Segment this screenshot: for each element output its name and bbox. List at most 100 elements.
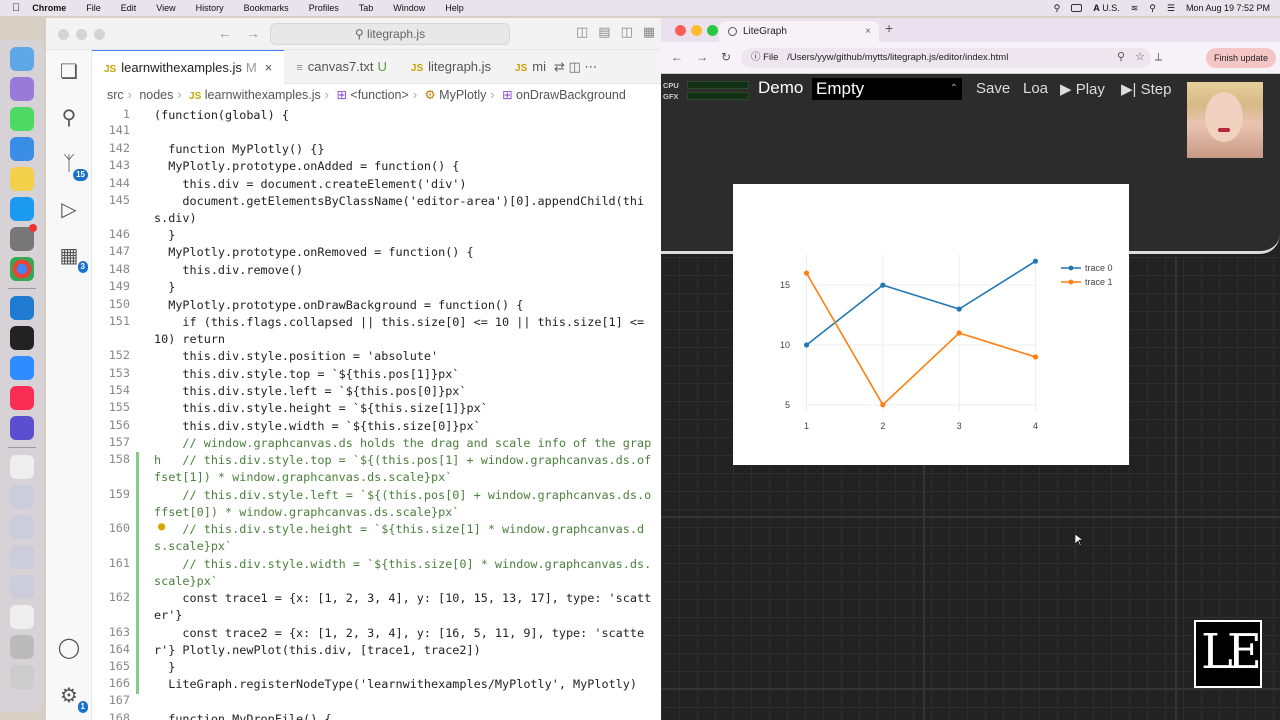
y-tick-label: 5 <box>785 400 790 410</box>
y-tick-label: 10 <box>780 340 790 350</box>
browser-nav-icons[interactable]: ←→↻ <box>671 50 744 64</box>
window-minimize-button[interactable] <box>691 25 702 36</box>
bluetooth-icon[interactable]: ⚲ <box>1054 3 1061 14</box>
tab-canvas7[interactable]: ≡ canvas7.txt U <box>284 50 399 84</box>
step-button[interactable]: ▶| Step <box>1121 80 1171 98</box>
line-number: 168 <box>108 711 130 720</box>
clock[interactable]: Mon Aug 19 7:52 PM <box>1186 3 1270 13</box>
menu-edit[interactable]: Edit <box>121 3 137 13</box>
menu-view[interactable]: View <box>156 3 175 13</box>
breadcrumb-item[interactable]: onDrawBackground <box>516 88 626 102</box>
gear-icon[interactable]: ⚙ 1 <box>57 684 88 713</box>
code-line: this.div = document.createElement('div') <box>154 177 467 191</box>
search-icon[interactable]: ⚲ <box>1149 3 1156 14</box>
window-thumbnail-icon[interactable] <box>10 515 34 539</box>
command-center-search[interactable]: ⚲ litegraph.js <box>270 23 510 45</box>
data-point <box>956 330 962 336</box>
breadcrumb-item[interactable]: MyPlotly <box>439 88 486 102</box>
tab-learnwithexamples[interactable]: JS learnwithexamples.js M × <box>92 50 285 84</box>
vscode-icon[interactable] <box>10 296 34 320</box>
tab-mi[interactable]: JS mi <box>503 50 550 84</box>
browser-tab[interactable]: LiteGraph × <box>719 21 879 42</box>
app-store-icon[interactable] <box>10 197 34 221</box>
info-icon[interactable]: ⓘ File <box>751 52 778 63</box>
code-line: this.div.style.left = `${this.pos[0]}px` <box>154 384 467 398</box>
menu-tab[interactable]: Tab <box>359 3 374 13</box>
system-settings-icon[interactable] <box>10 224 37 251</box>
breadcrumb-item[interactable]: learnwithexamples.js <box>205 88 321 102</box>
run-debug-icon[interactable]: ▷ <box>57 198 81 222</box>
menu-app-name[interactable]: Chrome <box>32 3 66 13</box>
window-thumbnail-icon[interactable] <box>10 545 34 569</box>
breadcrumb-item[interactable]: src <box>107 88 124 102</box>
breadcrumb-item[interactable]: nodes <box>139 88 173 102</box>
music-icon[interactable] <box>10 386 34 410</box>
method-icon: ⊞ <box>502 88 513 102</box>
launchpad-icon[interactable] <box>10 77 34 101</box>
menu-history[interactable]: History <box>196 3 224 13</box>
play-button[interactable]: ▶ Play <box>1060 80 1105 98</box>
menu-file[interactable]: File <box>86 3 101 13</box>
input-source-icon[interactable]: A U.S. <box>1093 3 1120 13</box>
menu-window[interactable]: Window <box>393 3 425 13</box>
demo-select[interactable]: Empty ⌃ <box>812 78 962 100</box>
menu-profiles[interactable]: Profiles <box>309 3 339 13</box>
finish-update-button[interactable]: Finish update <box>1205 48 1276 68</box>
tab-actions-icon[interactable]: ⇄ ◫ ⋯ <box>550 50 601 84</box>
window-thumbnail-icon[interactable] <box>10 485 34 509</box>
address-bar[interactable]: ⓘ File /Users/yyw/github/mytts/litegraph… <box>741 48 1151 68</box>
imovie-icon[interactable] <box>10 416 34 440</box>
nav-arrows-icon[interactable]: ←→ <box>218 25 274 41</box>
grid-major-line <box>1175 257 1177 720</box>
document-icon[interactable] <box>10 605 34 629</box>
window-minimize-button[interactable] <box>76 29 87 40</box>
menu-help[interactable]: Help <box>445 3 464 13</box>
finder-icon[interactable] <box>10 47 34 71</box>
source-control-icon[interactable]: ᛉ 15 <box>57 152 88 181</box>
layout-controls-icon[interactable]: ◫▤◫▦ <box>576 24 661 40</box>
line-number: 160 <box>108 521 130 535</box>
legend-label: trace 0 <box>1085 263 1113 273</box>
account-icon[interactable]: ◯ <box>57 636 81 660</box>
close-icon[interactable]: × <box>865 21 871 42</box>
control-center-icon[interactable]: ☰ <box>1167 3 1175 14</box>
search-icon[interactable]: ⚲ <box>57 106 81 130</box>
terminal-icon[interactable] <box>10 326 34 350</box>
tab-label: learnwithexamples.js <box>121 60 242 75</box>
explorer-icon[interactable]: ❏ <box>57 60 81 84</box>
notes-icon[interactable] <box>10 167 34 191</box>
avatar-face <box>1205 92 1243 142</box>
zoom-icon[interactable] <box>10 356 34 380</box>
tab-litegraph[interactable]: JS litegraph.js <box>399 50 503 84</box>
new-tab-button[interactable]: + <box>885 20 893 36</box>
window-zoom-button[interactable] <box>94 29 105 40</box>
breadcrumb-item[interactable]: <function> <box>350 88 408 102</box>
line-number: 147 <box>108 244 130 258</box>
code-line: this.div.style.position = 'absolute' <box>154 349 439 363</box>
wifi-icon[interactable]: ≋ <box>1131 3 1139 14</box>
cpu-meter-label: CPU <box>663 81 679 90</box>
save-button[interactable]: Save <box>976 80 1010 97</box>
window-close-button[interactable] <box>675 25 686 36</box>
battery-icon[interactable] <box>1071 4 1083 12</box>
chrome-icon[interactable] <box>10 257 34 281</box>
code-editor[interactable]: ● 1 (function(global) {141 142 function My… <box>92 106 661 720</box>
window-zoom-button[interactable] <box>707 25 718 36</box>
window-close-button[interactable] <box>58 29 69 40</box>
extensions-icon[interactable]: ▦ 3 <box>57 244 88 273</box>
breadcrumb: src › nodes › JS learnwithexamples.js › ⊞ <… <box>107 88 626 102</box>
mail-icon[interactable] <box>10 137 34 161</box>
menu-bookmarks[interactable]: Bookmarks <box>244 3 289 13</box>
toolbar-icons[interactable]: ⚲☆⟂ <box>1117 50 1172 64</box>
close-icon[interactable]: × <box>265 60 273 75</box>
messages-icon[interactable] <box>10 107 34 131</box>
trash-icon[interactable] <box>10 665 34 689</box>
window-thumbnail-icon[interactable] <box>10 635 34 659</box>
document-icon[interactable] <box>10 455 34 479</box>
apple-menu-icon[interactable]:  <box>12 2 20 14</box>
window-thumbnail-icon[interactable] <box>10 575 34 599</box>
js-file-icon: JS <box>104 64 117 75</box>
load-button[interactable]: Loa <box>1023 80 1048 97</box>
function-icon: ⊞ <box>336 88 347 102</box>
plotly-chart[interactable]: 5 10 15 1 2 3 4 trace 0 trace 1 <box>733 184 1129 465</box>
